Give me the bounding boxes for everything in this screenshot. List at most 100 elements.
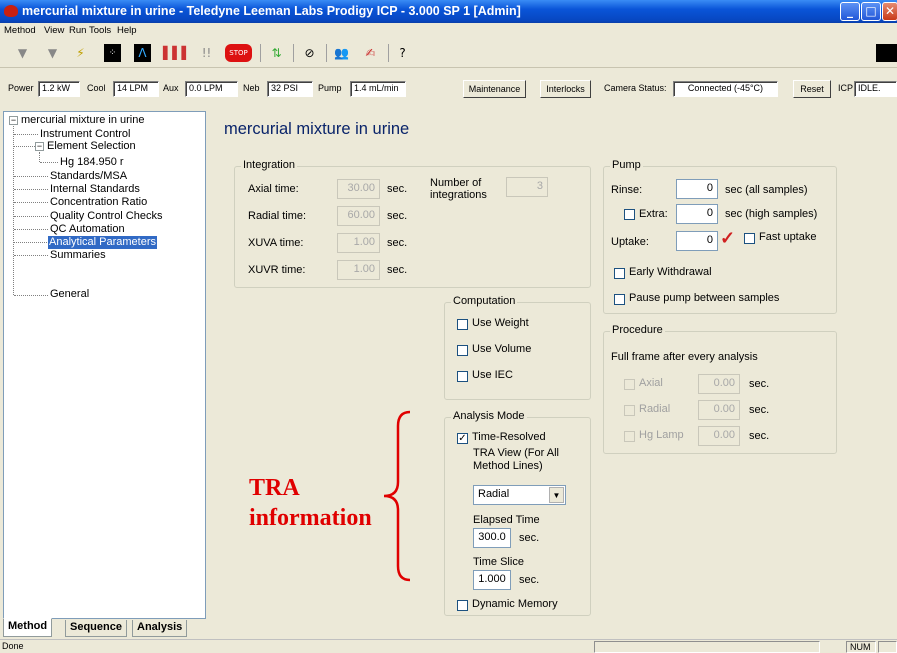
minimize-icon[interactable]: _ <box>840 2 860 21</box>
checkmark-icon[interactable]: ✓ <box>720 228 735 249</box>
fast-uptake-checkbox[interactable] <box>744 233 755 244</box>
tra-view-select[interactable]: Radial ▼ <box>473 485 566 505</box>
autosampler-icon[interactable]: ⇅ <box>268 44 285 62</box>
xuva-time-field[interactable]: 1.00 <box>337 233 380 253</box>
vial-icon[interactable]: ▼ <box>14 44 31 62</box>
proc-hglamp-label: Hg Lamp <box>639 429 684 441</box>
menu-help[interactable]: Help <box>117 25 137 36</box>
early-withdrawal-checkbox[interactable] <box>614 268 625 279</box>
dynamic-memory-checkbox[interactable] <box>457 600 468 611</box>
time-slice-label: Time Slice <box>473 556 524 568</box>
radial-time-label: Radial time: <box>248 210 307 222</box>
tra-annotation-line2: information <box>249 505 372 531</box>
proc-axial-label: Axial <box>639 377 663 389</box>
tree-root[interactable]: mercurial mixture in urine <box>21 114 144 127</box>
spectrum-icon[interactable]: ⚡ <box>72 44 89 62</box>
xuvr-time-field[interactable]: 1.00 <box>337 260 380 280</box>
procedure-group: Procedure Full frame after every analysi… <box>603 324 837 454</box>
pause-pump-checkbox[interactable] <box>614 294 625 305</box>
reset-button[interactable]: Reset <box>793 80 831 98</box>
close-icon[interactable]: ✕ <box>882 2 897 21</box>
tubes-icon[interactable]: !! <box>198 44 215 62</box>
number-of-integrations-field[interactable]: 3 <box>506 177 548 197</box>
menu-view[interactable]: View <box>44 25 64 36</box>
use-weight-checkbox[interactable] <box>457 319 468 330</box>
users-icon[interactable]: 👥 <box>333 44 350 62</box>
collapse-icon[interactable]: − <box>35 142 44 151</box>
stop-icon[interactable]: STOP <box>225 44 252 62</box>
power-value: 1.2 kW <box>38 81 80 97</box>
radial-time-field[interactable]: 60.00 <box>337 206 380 226</box>
no-icon[interactable]: ⊘ <box>301 44 318 62</box>
proc-axial-field[interactable]: 0.00 <box>698 374 740 394</box>
proc-axial-unit: sec. <box>749 378 770 390</box>
proc-hglamp-checkbox[interactable] <box>624 431 635 442</box>
proc-radial-field[interactable]: 0.00 <box>698 400 740 420</box>
proc-radial-label: Radial <box>639 403 671 415</box>
proc-radial-checkbox[interactable] <box>624 405 635 416</box>
procedure-title: Procedure <box>610 324 665 336</box>
elapsed-time-field[interactable]: 300.0 <box>473 528 511 548</box>
tab-analysis[interactable]: Analysis <box>132 620 188 637</box>
signature-icon[interactable]: ✍ <box>362 44 379 62</box>
menu-run[interactable]: Run <box>69 25 86 36</box>
use-iec-checkbox[interactable] <box>457 371 468 382</box>
tree-item-internal-standards[interactable]: Internal Standards <box>50 183 140 196</box>
bars-icon[interactable]: ▌▌▌ <box>163 44 191 62</box>
tree-item-analytical-parameters[interactable]: Analytical Parameters <box>48 236 157 249</box>
interlocks-button[interactable]: Interlocks <box>540 80 591 98</box>
time-resolved-checkbox[interactable]: ✓ <box>457 433 468 444</box>
neb-value: 32 PSI <box>267 81 313 97</box>
rinse-field[interactable]: 0 <box>676 179 718 199</box>
status-panel-empty <box>878 641 897 653</box>
tra-annotation: TRA information <box>249 473 372 533</box>
tree-item-element-selection[interactable]: Element Selection <box>47 140 136 153</box>
uptake-label: Uptake: <box>611 236 649 248</box>
tree-item-standards[interactable]: Standards/MSA <box>50 170 127 183</box>
tree-item-summaries[interactable]: Summaries <box>50 249 106 262</box>
analysis-mode-title: Analysis Mode <box>451 410 527 422</box>
extra-unit: sec (high samples) <box>725 208 818 220</box>
help-icon[interactable]: ? <box>394 44 411 62</box>
xuvr-time-unit: sec. <box>387 264 408 276</box>
tree-item-general[interactable]: General <box>50 288 89 301</box>
tra-annotation-line1: TRA <box>249 475 300 501</box>
use-iec-label: Use IEC <box>472 369 513 381</box>
maximize-icon[interactable]: □ <box>861 2 881 21</box>
dots-icon[interactable]: ⁘ <box>104 44 121 62</box>
uptake-field[interactable]: 0 <box>676 231 718 251</box>
num-lock-indicator: NUM <box>846 641 876 653</box>
tree-item-quality-control[interactable]: Quality Control Checks <box>50 210 163 223</box>
axial-time-field[interactable]: 30.00 <box>337 179 380 199</box>
proc-axial-checkbox[interactable] <box>624 379 635 390</box>
peak-icon[interactable]: Λ <box>134 44 151 62</box>
method-tree[interactable]: − mercurial mixture in urine Instrument … <box>3 111 206 619</box>
tree-item-qc-automation[interactable]: QC Automation <box>50 223 125 236</box>
collapse-icon[interactable]: − <box>9 116 18 125</box>
menu-tools[interactable]: Tools <box>89 25 111 36</box>
tree-item-hg[interactable]: Hg 184.950 r <box>60 156 124 169</box>
integration-group: Integration Axial time: 30.00 sec. Radia… <box>234 159 591 288</box>
vial-empty-icon[interactable]: ▼ <box>44 44 61 62</box>
extra-checkbox[interactable] <box>624 209 635 220</box>
menu-method[interactable]: Method <box>4 25 36 36</box>
camera-status-value: Connected (-45°C) <box>673 81 778 97</box>
page-title: mercurial mixture in urine <box>224 120 410 138</box>
use-volume-label: Use Volume <box>472 343 532 355</box>
tab-method[interactable]: Method <box>3 618 53 637</box>
radial-time-unit: sec. <box>387 210 408 222</box>
pump-title: Pump <box>610 159 643 171</box>
tree-item-concentration-ratio[interactable]: Concentration Ratio <box>50 196 147 209</box>
maintenance-button[interactable]: Maintenance <box>463 80 526 98</box>
icp-status-value: IDLE. <box>854 81 897 97</box>
xuva-time-label: XUVA time: <box>248 237 304 249</box>
extra-field[interactable]: 0 <box>676 204 718 224</box>
chevron-down-icon[interactable]: ▼ <box>549 487 564 503</box>
tab-sequence[interactable]: Sequence <box>65 620 127 637</box>
proc-hglamp-field[interactable]: 0.00 <box>698 426 740 446</box>
menu-bar: Method View Run Tools Help <box>0 23 897 40</box>
time-slice-field[interactable]: 1.000 <box>473 570 511 590</box>
annotation-brace <box>383 410 411 582</box>
tree-tabs: Method Sequence Analysis <box>3 618 206 637</box>
use-volume-checkbox[interactable] <box>457 345 468 356</box>
